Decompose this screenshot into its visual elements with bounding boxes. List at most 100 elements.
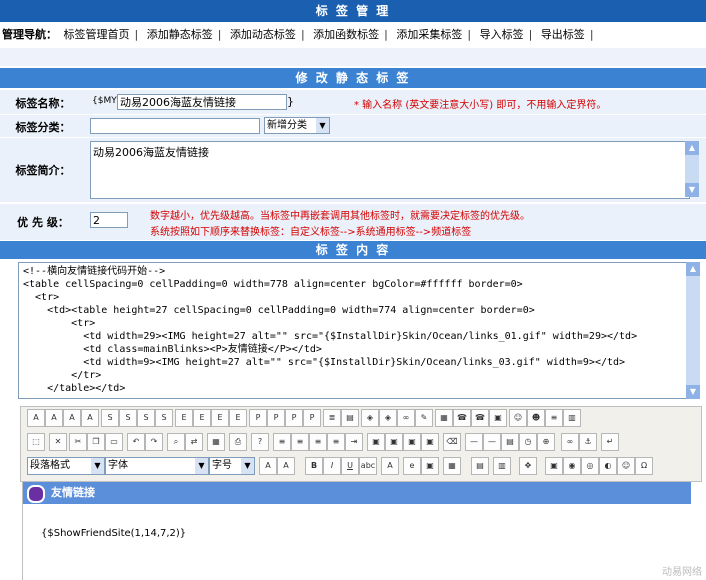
insert-p-icon[interactable]: P [249, 409, 267, 427]
align-center-icon[interactable]: ≡ [291, 433, 309, 451]
list-icon[interactable]: ≡ [545, 409, 563, 427]
emoticon-icon[interactable]: ☺ [617, 457, 635, 475]
copy-icon[interactable]: ❐ [87, 433, 105, 451]
list-icon[interactable]: ≣ [323, 409, 341, 427]
scroll-up-icon[interactable]: ▲ [685, 141, 699, 155]
tag-content-textarea[interactable]: <!--横向友情链接代码开始--> <table cellSpacing=0 c… [18, 262, 688, 399]
phone-icon[interactable]: ☎ [471, 409, 489, 427]
link-icon[interactable]: ∞ [561, 433, 579, 451]
insert-e-icon[interactable]: E [211, 409, 229, 427]
insert-e-icon[interactable]: E [175, 409, 193, 427]
image-icon[interactable]: ▣ [367, 433, 385, 451]
table-icon[interactable]: ▦ [435, 409, 453, 427]
image-icon[interactable]: ▣ [421, 457, 439, 475]
help-icon[interactable]: ? [251, 433, 269, 451]
print-icon[interactable]: ⎙ [229, 433, 247, 451]
insert-s-icon[interactable]: S [137, 409, 155, 427]
align-left-icon[interactable]: ≡ [273, 433, 291, 451]
content-scrollbar[interactable]: ▲ ▼ [686, 262, 700, 399]
table-icon[interactable]: ▦ [443, 457, 461, 475]
calculator-icon[interactable]: ▦ [207, 433, 225, 451]
font-select[interactable]: 字体 ▼ [105, 457, 209, 475]
insert-s-icon[interactable]: S [119, 409, 137, 427]
news-icon[interactable]: ▥ [563, 409, 581, 427]
anchor-icon[interactable]: ⚓ [579, 433, 597, 451]
flash-icon[interactable]: ◉ [563, 457, 581, 475]
insert-a-icon[interactable]: A [63, 409, 81, 427]
replace-icon[interactable]: ⇄ [185, 433, 203, 451]
zoom-icon[interactable]: ⊕ [537, 433, 555, 451]
tag-icon[interactable]: ◈ [361, 409, 379, 427]
scroll-up-icon[interactable]: ▲ [686, 262, 700, 276]
insert-a-icon[interactable]: A [81, 409, 99, 427]
find-icon[interactable]: ⌕ [167, 433, 185, 451]
justify-icon[interactable]: ≡ [327, 433, 345, 451]
line-break-icon[interactable]: ↵ [601, 433, 619, 451]
paste-icon[interactable]: ▭ [105, 433, 123, 451]
priority-input[interactable] [90, 212, 128, 228]
editor-content-area[interactable]: 友情链接 {$ShowFriendSite(1,14,7,2)} [22, 482, 701, 580]
tag-icon[interactable]: ◈ [379, 409, 397, 427]
users-icon[interactable]: ☺ [509, 409, 527, 427]
background-color-icon[interactable]: A [277, 457, 295, 475]
edit-icon[interactable]: ✎ [415, 409, 433, 427]
intro-textarea[interactable]: 动易2006海蓝友情链接 [90, 141, 690, 199]
superscript-icon[interactable]: A [381, 457, 399, 475]
delete-icon[interactable]: ✕ [49, 433, 67, 451]
insert-a-icon[interactable]: A [45, 409, 63, 427]
insert-s-icon[interactable]: S [155, 409, 173, 427]
special-char-icon[interactable]: Ω [635, 457, 653, 475]
nav-item-add-dynamic[interactable]: 添加动态标签 [230, 28, 296, 41]
insert-e-icon[interactable]: E [229, 409, 247, 427]
move-icon[interactable]: ✥ [519, 457, 537, 475]
insert-p-icon[interactable]: P [285, 409, 303, 427]
nav-item-add-collect[interactable]: 添加采集标签 [396, 28, 462, 41]
underline-icon[interactable]: U [341, 457, 359, 475]
media-icon[interactable]: ◎ [581, 457, 599, 475]
insert-a-icon[interactable]: A [27, 409, 45, 427]
scroll-down-icon[interactable]: ▼ [685, 183, 699, 197]
cut-icon[interactable]: ✂ [69, 433, 87, 451]
document-icon[interactable]: ▤ [341, 409, 359, 427]
eraser-icon[interactable]: ⌫ [443, 433, 461, 451]
strikethrough-icon[interactable]: abc [359, 457, 377, 475]
font-size-select[interactable]: 字号 ▼ [209, 457, 255, 475]
real-media-icon[interactable]: ◐ [599, 457, 617, 475]
image-icon[interactable]: ▣ [545, 457, 563, 475]
bold-icon[interactable]: B [305, 457, 323, 475]
nav-item-add-function[interactable]: 添加函数标签 [313, 28, 379, 41]
nav-item-import[interactable]: 导入标签 [480, 28, 524, 41]
insert-s-icon[interactable]: S [101, 409, 119, 427]
horizontal-rule-icon[interactable]: — [483, 433, 501, 451]
image-icon[interactable]: ▣ [385, 433, 403, 451]
undo-icon[interactable]: ↶ [127, 433, 145, 451]
font-color-icon[interactable]: A [259, 457, 277, 475]
form-icon[interactable]: ▤ [471, 457, 489, 475]
select-all-icon[interactable]: ⬚ [27, 433, 45, 451]
page-icon[interactable]: ▣ [489, 409, 507, 427]
hyperlink-icon[interactable]: e [403, 457, 421, 475]
clock-icon[interactable]: ◷ [519, 433, 537, 451]
insert-e-icon[interactable]: E [193, 409, 211, 427]
image-icon[interactable]: ▣ [403, 433, 421, 451]
italic-icon[interactable]: I [323, 457, 341, 475]
phone-icon[interactable]: ☎ [453, 409, 471, 427]
image-icon[interactable]: ▣ [421, 433, 439, 451]
redo-icon[interactable]: ↷ [145, 433, 163, 451]
align-right-icon[interactable]: ≡ [309, 433, 327, 451]
insert-p-icon[interactable]: P [303, 409, 321, 427]
nav-item-add-static[interactable]: 添加静态标签 [147, 28, 213, 41]
nav-item-home[interactable]: 标签管理首页 [64, 28, 130, 41]
horizontal-rule-icon[interactable]: — [465, 433, 483, 451]
indent-icon[interactable]: ⇥ [345, 433, 363, 451]
paragraph-format-select[interactable]: 段落格式 ▼ [27, 457, 105, 475]
calendar-icon[interactable]: ▤ [501, 433, 519, 451]
user-icon[interactable]: ☻ [527, 409, 545, 427]
insert-p-icon[interactable]: P [267, 409, 285, 427]
tag-name-input[interactable] [117, 94, 287, 110]
category-select[interactable]: 新增分类 ▼ [264, 117, 330, 134]
nav-item-export[interactable]: 导出标签 [541, 28, 585, 41]
scroll-down-icon[interactable]: ▼ [686, 385, 700, 399]
link-icon[interactable]: ∞ [397, 409, 415, 427]
columns-icon[interactable]: ▥ [493, 457, 511, 475]
